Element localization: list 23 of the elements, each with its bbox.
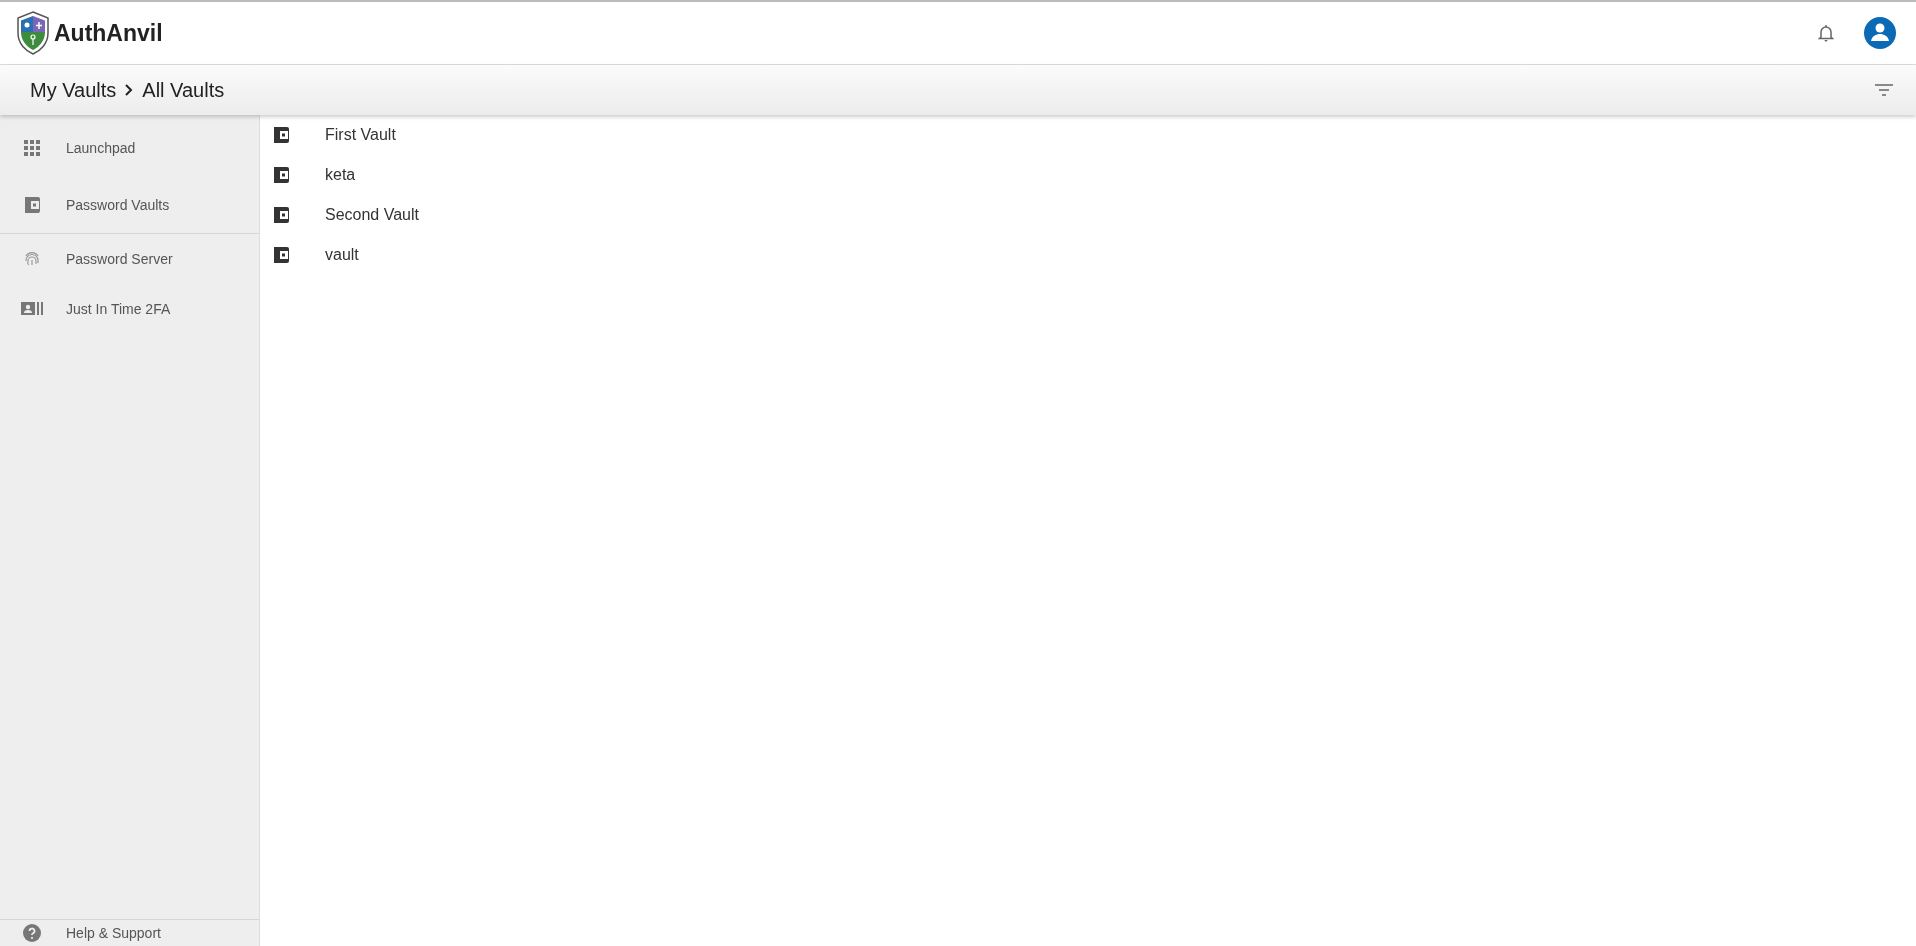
wallet-icon	[271, 165, 291, 185]
notification-bell-icon[interactable]	[1816, 23, 1836, 43]
vault-item[interactable]: Second Vault	[260, 195, 1916, 235]
breadcrumb-item[interactable]: My Vaults	[30, 78, 117, 102]
id-card-icon	[20, 300, 44, 318]
chevron-right-icon	[124, 83, 135, 97]
sidebar-item[interactable]: Just In Time 2FA	[0, 284, 259, 334]
vault-item[interactable]: First Vault	[260, 115, 1916, 155]
wallet-icon	[271, 205, 291, 225]
sidebar-item[interactable]: Password Vaults	[0, 176, 259, 233]
breadcrumb-item: All Vaults	[142, 78, 225, 102]
app-name: AuthAnvil	[54, 19, 163, 47]
sidebar-item[interactable]: Launchpad	[0, 119, 259, 176]
shield-logo-icon	[16, 11, 50, 55]
sidebar-item[interactable]: Help & Support	[0, 920, 259, 946]
wallet-icon	[271, 245, 291, 265]
filter-icon[interactable]	[1874, 83, 1894, 97]
user-avatar-icon[interactable]	[1864, 17, 1896, 49]
vault-item[interactable]: keta	[260, 155, 1916, 195]
sidebar-item[interactable]: Password Server	[0, 234, 259, 284]
help-icon	[20, 923, 44, 943]
wallet-icon	[271, 125, 291, 145]
vault-item[interactable]: vault	[260, 235, 1916, 275]
